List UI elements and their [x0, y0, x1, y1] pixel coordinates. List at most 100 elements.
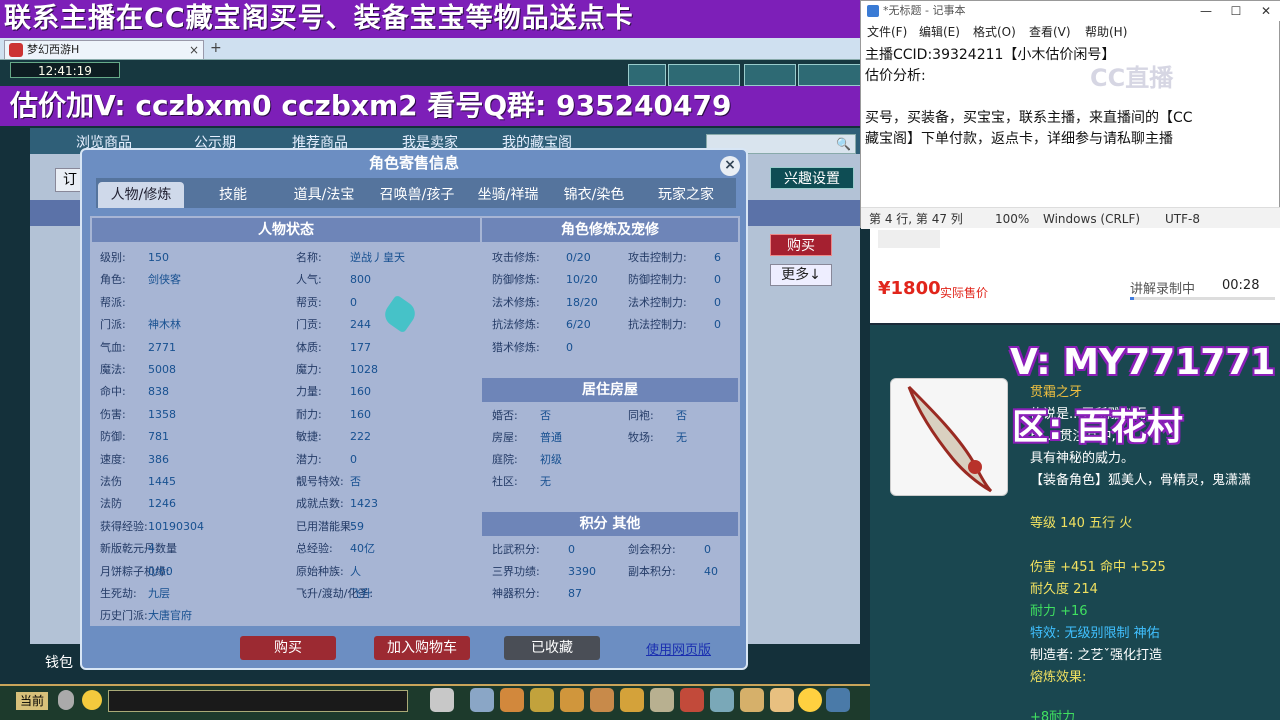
pet-avatar[interactable]	[744, 64, 796, 86]
avatar[interactable]	[628, 64, 666, 86]
stat-label: 人气:	[296, 273, 322, 287]
menu-help[interactable]: 帮助(H)	[1085, 21, 1127, 43]
item-level: 等级 140 五行 火	[1030, 516, 1133, 531]
use-web-version-link[interactable]: 使用网页版	[646, 639, 711, 658]
stat-label: 帮派:	[100, 295, 126, 309]
stat-row: 名称: 逆战丿皇天	[296, 250, 460, 266]
stat-value: 飞升	[350, 587, 372, 600]
game-logo-icon	[9, 43, 23, 57]
stat-value: 160	[350, 385, 371, 399]
recording-status: 讲解录制中	[1130, 282, 1196, 297]
stat-value: 1358	[148, 407, 176, 421]
give-icon[interactable]	[590, 688, 614, 712]
pet-icon[interactable]	[430, 688, 454, 712]
stat-value: 0	[714, 295, 721, 309]
chat-input[interactable]	[108, 690, 408, 712]
emoji-icon[interactable]	[82, 690, 102, 710]
tab-mounts[interactable]: 坐骑/祥瑞	[466, 182, 550, 208]
stat-row: 体质: 177	[296, 340, 460, 356]
smile-icon[interactable]	[798, 688, 822, 712]
overlay-banner-contact: 估价加V: cczbxm0 cczbxm2 看号Q群: 935240479	[0, 86, 870, 126]
skill-icon[interactable]	[650, 688, 674, 712]
stat-label: 防御控制力:	[628, 273, 687, 287]
stat-label: 门派:	[100, 318, 126, 332]
stat-row: 已用潜能果: 59	[296, 519, 460, 535]
stat-value: 4	[148, 542, 155, 556]
close-icon[interactable]: ×	[720, 156, 740, 176]
close-icon[interactable]: ×	[189, 41, 199, 59]
microphone-icon[interactable]	[58, 690, 74, 710]
stat-value: 222	[350, 430, 371, 444]
tab-pets[interactable]: 召唤兽/孩子	[372, 182, 462, 208]
trade-icon[interactable]	[620, 688, 644, 712]
stat-value: 逆战丿皇天	[350, 251, 405, 264]
stat-label: 婚否:	[492, 409, 518, 422]
channel-current-button[interactable]: 当前	[16, 692, 48, 710]
menu-edit[interactable]: 编辑(E)	[919, 21, 960, 43]
stat-row: 房屋: 普通	[492, 430, 650, 446]
recording-time: 00:28	[1222, 278, 1260, 293]
tab-outfits[interactable]: 锦衣/染色	[554, 182, 634, 208]
stat-row: 潜力: 0	[296, 452, 460, 468]
score-header: 积分 其他	[482, 512, 738, 536]
stat-label: 速度:	[100, 452, 126, 466]
stat-label: 防御修炼:	[492, 273, 540, 287]
stat-value: 160	[350, 407, 371, 421]
tab-skills[interactable]: 技能	[196, 182, 270, 208]
tab-home[interactable]: 玩家之家	[638, 182, 734, 208]
tab-items[interactable]: 道具/法宝	[280, 182, 368, 208]
menu-view[interactable]: 查看(V)	[1029, 21, 1071, 43]
attack-icon[interactable]	[470, 688, 494, 712]
add-tab-icon[interactable]: +	[210, 40, 222, 56]
interest-settings-button[interactable]: 兴趣设置	[770, 167, 854, 189]
favorited-button[interactable]: 已收藏	[504, 636, 600, 660]
team-icon[interactable]	[530, 688, 554, 712]
stat-value: 18/20	[566, 295, 598, 309]
stat-value: 10/20	[566, 273, 598, 287]
stat-label: 成就点数:	[296, 497, 344, 511]
stat-label: 伤害:	[100, 407, 126, 421]
buy-button[interactable]: 购买	[240, 636, 336, 660]
stat-label: 帮贡:	[296, 295, 322, 309]
notepad-menubar: 文件(F) 编辑(E) 格式(O) 查看(V) 帮助(H)	[861, 21, 1280, 43]
stat-label: 抗法控制力:	[628, 318, 687, 332]
stat-row: 耐力: 160	[296, 407, 460, 423]
gang-icon[interactable]	[710, 688, 734, 712]
stat-row: 剑会积分: 0	[628, 542, 814, 558]
rank-icon[interactable]	[740, 688, 764, 712]
browser-tab-bar: 梦幻西游H × +	[0, 38, 870, 60]
item-icon[interactable]	[500, 688, 524, 712]
stat-label: 已用潜能果:	[296, 519, 355, 533]
stat-row: 防御: 781	[100, 429, 258, 445]
dialog-content: 人物状态 级别: 150 角色: 剑侠客 帮派: 门派: 神木林 气血: 2771 魔法: 5008…	[90, 216, 740, 626]
notepad-text-area[interactable]: 主播CCID:39324211【小木估价闲号】 估价分析: 买号，买装备，买宝宝…	[861, 45, 1261, 205]
add-to-cart-button[interactable]: 加入购物车	[374, 636, 470, 660]
stat-row: 门派: 神木林	[100, 317, 258, 333]
stat-row: 速度: 386	[100, 452, 258, 468]
cursor-position: 第 4 行, 第 47 列	[869, 212, 963, 226]
stat-label: 历史门派:	[100, 609, 148, 623]
line-ending: Windows (CRLF)	[1043, 212, 1141, 226]
stat-row: 原始种族: 人	[296, 564, 460, 580]
system-icon[interactable]	[826, 688, 850, 712]
maximize-icon[interactable]: ☐	[1221, 1, 1251, 21]
menu-format[interactable]: 格式(O)	[973, 21, 1016, 43]
stat-label: 获得经验:	[100, 519, 148, 533]
stat-value: 838	[148, 385, 169, 399]
item-extra: +8耐力	[1030, 710, 1076, 720]
quest-icon[interactable]	[680, 688, 704, 712]
browser-tab[interactable]: 梦幻西游H ×	[4, 40, 204, 59]
server-overlay: 区: 百花村	[1012, 407, 1183, 448]
menu-file[interactable]: 文件(F)	[867, 21, 907, 43]
minimize-icon[interactable]: —	[1191, 1, 1221, 21]
tab-character[interactable]: 人物/修炼	[98, 182, 184, 208]
stat-label: 猎术修炼:	[492, 340, 540, 354]
search-icon[interactable]: 🔍	[836, 137, 851, 151]
friend-icon[interactable]	[770, 688, 794, 712]
stat-row: 飞升/渡劫/化圣: 飞升	[296, 586, 460, 602]
wallet-label[interactable]: 钱包	[45, 652, 73, 672]
close-icon[interactable]: ✕	[1251, 1, 1280, 21]
stat-row: 伤害: 1358	[100, 407, 258, 423]
stat-value: 否	[350, 475, 361, 488]
pet-menu-icon[interactable]	[560, 688, 584, 712]
